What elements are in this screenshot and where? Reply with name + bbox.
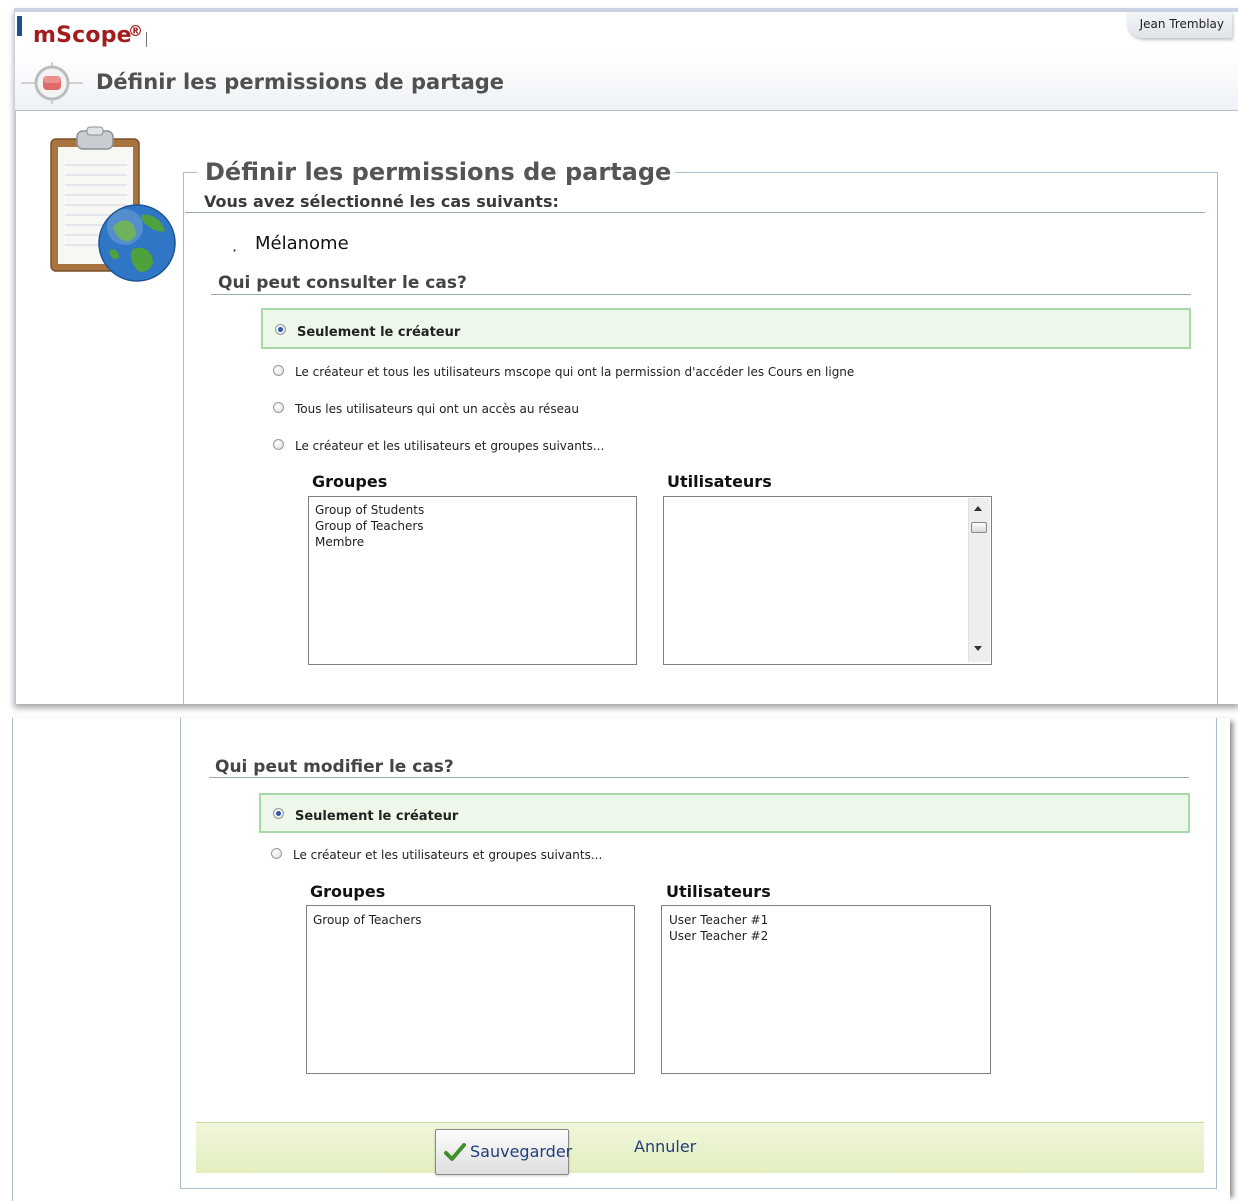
fieldset-border [1217,172,1218,704]
list-item[interactable]: Membre [315,534,364,550]
page-title: Définir les permissions de partage [96,70,505,94]
user-menu[interactable]: Jean Tremblay [1127,12,1232,38]
radio-button[interactable] [271,848,282,859]
crosshair-logo-icon [21,62,83,104]
option-label: Le créateur et tous les utilisateurs msc… [295,365,855,379]
fieldset-border [623,172,1218,173]
brand-separator [146,32,147,47]
section-rule [209,777,1189,778]
view-option-online-courses[interactable]: Le créateur et tous les utilisateurs msc… [273,363,1173,383]
list-item[interactable]: User Teacher #1 [669,912,768,928]
selected-cases-label: Vous avez sélectionné les cas suivants: [204,192,559,211]
list-item[interactable]: Group of Teachers [313,912,422,928]
registered-mark: ® [128,22,143,40]
fieldset-border [183,172,184,704]
edit-section-title: Qui peut modifier le cas? [215,757,454,777]
fieldset-border [1216,718,1217,1188]
checkmark-icon [444,1143,466,1161]
left-border [15,111,16,704]
radio-button[interactable] [273,808,284,819]
form-title: Définir les permissions de partage [201,158,676,186]
brand-logo: mScope [33,23,132,48]
list-item[interactable]: User Teacher #2 [669,928,768,944]
edit-users-listbox[interactable]: User Teacher #1 User Teacher #2 [661,905,991,1074]
edit-groups-listbox[interactable]: Group of Teachers [306,905,635,1074]
scroll-up-icon[interactable] [974,506,982,511]
option-label: Le créateur et les utilisateurs et group… [295,439,605,453]
groups-header: Groupes [312,472,388,491]
action-bar [196,1122,1204,1173]
edit-option-creator-only[interactable]: Seulement le créateur [259,793,1190,833]
save-button[interactable]: Sauvegarder [435,1129,573,1175]
cancel-link[interactable]: Annuler [634,1137,696,1156]
users-header: Utilisateurs [667,472,772,491]
scroll-down-icon[interactable] [974,646,982,651]
option-label: Le créateur et les utilisateurs et group… [293,848,603,862]
case-item: Mélanome [255,233,349,254]
left-border [12,718,13,1201]
view-option-creator-only[interactable]: Seulement le créateur [261,308,1191,349]
section-rule [185,212,1205,213]
fieldset-border [180,718,181,1188]
top-bar [15,8,1238,12]
fieldset-border [183,172,197,173]
top-screenshot: mScope ® Jean Tremblay Définir les permi… [14,8,1238,704]
option-label: Seulement le créateur [297,325,461,340]
list-bullet: · [232,241,238,260]
section-rule [211,294,1191,295]
radio-button[interactable] [275,324,286,335]
view-option-custom[interactable]: Le créateur et les utilisateurs et group… [273,437,1173,457]
view-users-listbox[interactable] [663,496,992,665]
groups-header: Groupes [310,882,386,901]
radio-button[interactable] [273,365,284,376]
view-section-title: Qui peut consulter le cas? [218,273,467,293]
option-label: Seulement le créateur [295,809,459,824]
list-item[interactable]: Group of Students [315,502,424,518]
option-label: Tous les utilisateurs qui ont un accès a… [295,402,579,416]
clipboard-globe-icon [50,126,176,282]
scrollbar[interactable] [968,498,990,662]
scroll-thumb[interactable] [971,522,987,533]
fieldset-border [180,1188,1217,1189]
brand-mark [17,16,22,36]
radio-button[interactable] [273,439,284,450]
view-groups-listbox[interactable]: Group of Students Group of Teachers Memb… [308,496,637,665]
list-item[interactable]: Group of Teachers [315,518,424,534]
users-header: Utilisateurs [666,882,771,901]
radio-button[interactable] [273,402,284,413]
save-button-label: Sauvegarder [470,1142,573,1161]
view-option-network[interactable]: Tous les utilisateurs qui ont un accès a… [273,400,1173,420]
edit-option-custom[interactable]: Le créateur et les utilisateurs et group… [271,846,1171,866]
